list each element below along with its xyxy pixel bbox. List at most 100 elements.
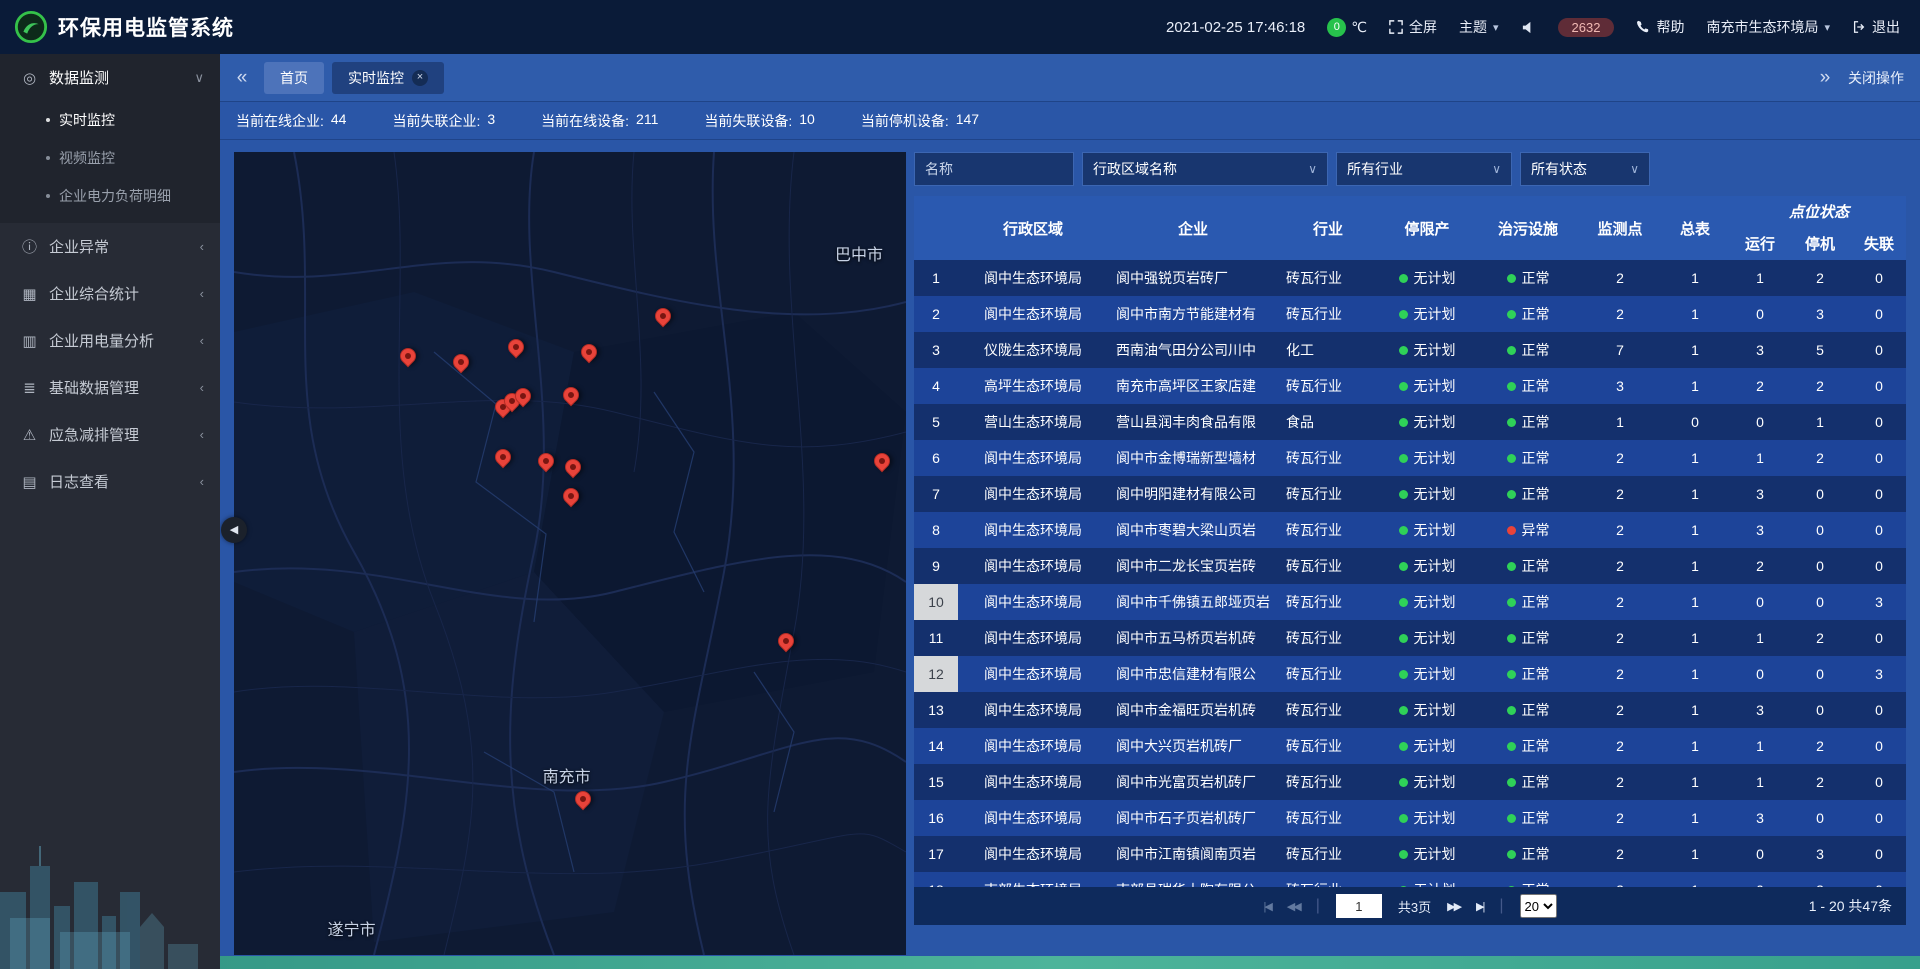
- facility-text: 正常: [1522, 844, 1550, 864]
- org-dropdown[interactable]: 南充市生态环境局 ▾: [1706, 17, 1830, 37]
- header-actions: 2021-02-25 17:46:18 0 ℃ 全屏 主题 ▾ 2632: [1166, 17, 1900, 37]
- fullscreen-button[interactable]: 全屏: [1389, 17, 1437, 37]
- region-filter-select[interactable]: 行政区域名称 ∨: [1082, 152, 1328, 186]
- region-cell: 阆中生态环境局: [958, 512, 1108, 548]
- table-row[interactable]: 6阆中生态环境局阆中市金博瑞新型墙材砖瓦行业无计划正常21120: [914, 440, 1906, 476]
- cityscape-decoration: [0, 794, 220, 969]
- sidebar-item-enterprise-statistics[interactable]: ▦企业综合统计‹: [0, 270, 220, 317]
- stop-cell: 0: [1790, 656, 1850, 692]
- table-row[interactable]: 11阆中生态环境局阆中市五马桥页岩机砖砖瓦行业无计划正常21120: [914, 620, 1906, 656]
- status-dot-green-icon: [1507, 634, 1516, 643]
- table-row[interactable]: 3仪陇生态环境局西南油气田分公司川中化工无计划正常71350: [914, 332, 1906, 368]
- sidebar-item-power-usage-analysis[interactable]: ▥企业用电量分析‹: [0, 317, 220, 364]
- table-row[interactable]: 12阆中生态环境局阆中市忠信建材有限公砖瓦行业无计划正常21003: [914, 656, 1906, 692]
- status-dot-green-icon: [1399, 346, 1408, 355]
- map-collapse-handle[interactable]: ◀: [221, 517, 247, 543]
- limit-cell: 无计划: [1378, 584, 1476, 620]
- limit-cell: 无计划: [1378, 800, 1476, 836]
- industry-cell: 砖瓦行业: [1278, 800, 1378, 836]
- meters-cell: 1: [1660, 692, 1730, 728]
- theme-dropdown[interactable]: 主题 ▾: [1459, 17, 1499, 37]
- table-row[interactable]: 7阆中生态环境局阆中明阳建材有限公司砖瓦行业无计划正常21300: [914, 476, 1906, 512]
- help-button[interactable]: 帮助: [1636, 17, 1684, 37]
- name-filter-input[interactable]: [914, 152, 1074, 186]
- meters-cell: 1: [1660, 620, 1730, 656]
- column-header-region: 行政区域: [958, 196, 1108, 260]
- map-panel[interactable]: 巴中市南充市遂宁市: [234, 152, 906, 955]
- prev-page-button[interactable]: ◀◀: [1287, 900, 1300, 913]
- last-page-button[interactable]: ▶|: [1476, 900, 1483, 913]
- divider: |: [1316, 897, 1320, 915]
- column-header-limit: 停限产: [1378, 196, 1476, 260]
- tab-home[interactable]: 首页: [264, 62, 324, 94]
- limit-cell: 无计划: [1378, 872, 1476, 887]
- table-row[interactable]: 15阆中生态环境局阆中市光富页岩机砖厂砖瓦行业无计划正常21120: [914, 764, 1906, 800]
- alarm-sound-button[interactable]: [1521, 20, 1536, 35]
- tab-label: 实时监控: [348, 68, 404, 88]
- region-cell: 南部生态环境局: [958, 872, 1108, 887]
- first-page-button[interactable]: |◀: [1263, 900, 1270, 913]
- sidebar-subitem-realtime-monitoring[interactable]: 实时监控: [0, 101, 220, 139]
- facility-cell: 正常: [1476, 404, 1580, 440]
- next-page-button[interactable]: ▶▶: [1447, 900, 1460, 913]
- column-header-facility: 治污设施: [1476, 196, 1580, 260]
- sidebar-item-emergency-reduction[interactable]: ⚠应急减排管理‹: [0, 411, 220, 458]
- divider: |: [1499, 897, 1503, 915]
- table-row[interactable]: 14阆中生态环境局阆中大兴页岩机砖厂砖瓦行业无计划正常21120: [914, 728, 1906, 764]
- bottom-decoration-strip: [0, 956, 1920, 969]
- status-dot-green-icon: [1399, 742, 1408, 751]
- lost-cell: 0: [1850, 764, 1906, 800]
- sidebar-subitem-video-monitoring[interactable]: 视频监控: [0, 139, 220, 177]
- sidebar-item-data-monitoring[interactable]: ◎数据监测∨: [0, 54, 220, 101]
- run-cell: 0: [1730, 836, 1790, 872]
- sidebar-item-enterprise-abnormal[interactable]: ⓘ企业异常‹: [0, 223, 220, 270]
- tabs-scroll-left-button[interactable]: «: [220, 54, 264, 101]
- region-cell: 阆中生态环境局: [958, 440, 1108, 476]
- table-row[interactable]: 4高坪生态环境局南充市高坪区王家店建砖瓦行业无计划正常31220: [914, 368, 1906, 404]
- sidebar-subitem-power-load-detail[interactable]: 企业电力负荷明细: [0, 177, 220, 215]
- points-cell: 2: [1580, 296, 1660, 332]
- status-dot-green-icon: [1399, 562, 1408, 571]
- page-number-input[interactable]: [1336, 894, 1382, 918]
- industry-filter-select[interactable]: 所有行业 ∨: [1336, 152, 1512, 186]
- logout-button[interactable]: 退出: [1852, 17, 1900, 37]
- limit-text: 无计划: [1414, 268, 1456, 288]
- tabs-scroll-right-button[interactable]: »: [1810, 67, 1840, 89]
- lost-cell: 0: [1850, 800, 1906, 836]
- row-index-cell: 3: [914, 332, 958, 368]
- close-operations-button[interactable]: 关闭操作: [1848, 68, 1904, 88]
- top-header: 环保用电监管系统 2021-02-25 17:46:18 0 ℃ 全屏 主题 ▾: [0, 0, 1920, 54]
- tab-realtime-monitoring[interactable]: 实时监控 ×: [332, 62, 444, 94]
- table-row[interactable]: 17阆中生态环境局阆中市江南镇阆南页岩砖瓦行业无计划正常21030: [914, 836, 1906, 872]
- table-row[interactable]: 13阆中生态环境局阆中市金福旺页岩机砖砖瓦行业无计划正常21300: [914, 692, 1906, 728]
- map-background: [234, 152, 906, 955]
- tab-close-icon[interactable]: ×: [412, 70, 428, 86]
- column-header-company: 企业: [1108, 196, 1278, 260]
- status-dot-green-icon: [1399, 382, 1408, 391]
- table-row[interactable]: 10阆中生态环境局阆中市千佛镇五郎垭页岩砖瓦行业无计划正常21003: [914, 584, 1906, 620]
- table-row[interactable]: 16阆中生态环境局阆中市石子页岩机砖厂砖瓦行业无计划正常21300: [914, 800, 1906, 836]
- org-name-label: 南充市生态环境局: [1706, 17, 1818, 37]
- industry-cell: 砖瓦行业: [1278, 764, 1378, 800]
- status-filter-select[interactable]: 所有状态 ∨: [1520, 152, 1650, 186]
- facility-text: 正常: [1522, 664, 1550, 684]
- notice-count-badge[interactable]: 2632: [1558, 18, 1615, 37]
- table-row[interactable]: 1阆中生态环境局阆中强锐页岩砖厂砖瓦行业无计划正常21120: [914, 260, 1906, 296]
- sidebar-item-base-data-management[interactable]: ≣基础数据管理‹: [0, 364, 220, 411]
- sidebar-menu: ◎数据监测∨实时监控视频监控企业电力负荷明细 ⓘ企业异常‹▦企业综合统计‹▥企业用…: [0, 54, 220, 505]
- lost-cell: 3: [1850, 656, 1906, 692]
- column-group-header-point-status: 点位状态: [1730, 196, 1906, 226]
- sidebar-item-log-view[interactable]: ▤日志查看‹: [0, 458, 220, 505]
- table-row[interactable]: 5营山生态环境局营山县润丰肉食品有限食品无计划正常10010: [914, 404, 1906, 440]
- limit-text: 无计划: [1414, 700, 1456, 720]
- table-row[interactable]: 9阆中生态环境局阆中市二龙长宝页岩砖砖瓦行业无计划正常21200: [914, 548, 1906, 584]
- page-size-select[interactable]: 20: [1520, 894, 1557, 918]
- status-dot-green-icon: [1507, 778, 1516, 787]
- lost-cell: 3: [1850, 584, 1906, 620]
- status-dot-green-icon: [1507, 346, 1516, 355]
- table-row[interactable]: 18南部生态环境局南部县瑞华土陶有限公砖瓦行业无计划正常21030: [914, 872, 1906, 887]
- table-row[interactable]: 2阆中生态环境局阆中市南方节能建材有砖瓦行业无计划正常21030: [914, 296, 1906, 332]
- column-header-industry: 行业: [1278, 196, 1378, 260]
- table-row[interactable]: 8阆中生态环境局阆中市枣碧大梁山页岩砖瓦行业无计划异常21300: [914, 512, 1906, 548]
- limit-cell: 无计划: [1378, 656, 1476, 692]
